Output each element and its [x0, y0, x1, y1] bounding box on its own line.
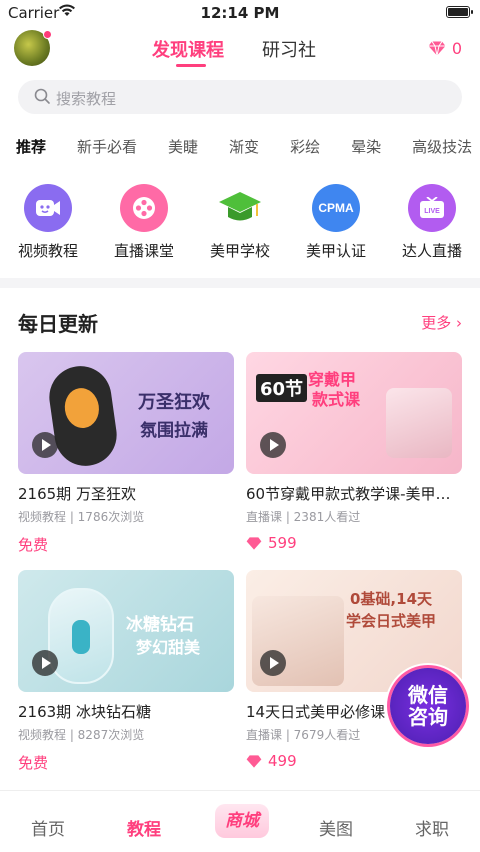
- course-price: 599: [246, 534, 462, 552]
- course-card[interactable]: 万圣狂欢 氛围拉满 2165期 万圣狂欢 视频教程 | 1786次浏览 免费: [18, 352, 234, 555]
- course-title: 60节穿戴甲款式教学课-美甲…: [246, 485, 451, 503]
- course-meta: 视频教程 | 1786次浏览: [18, 510, 145, 524]
- feature-label: 美甲学校: [209, 242, 270, 260]
- svg-text:LIVE: LIVE: [424, 208, 440, 215]
- play-icon[interactable]: [260, 432, 286, 458]
- search-bar[interactable]: 搜索教程: [18, 80, 462, 114]
- bottom-nav-divider: [0, 790, 480, 791]
- user-avatar[interactable]: [14, 30, 52, 66]
- category-blooming[interactable]: 晕染: [351, 136, 381, 157]
- thumb-caption: 款式课: [312, 390, 361, 409]
- more-link[interactable]: 更多 ›: [421, 312, 462, 333]
- nav-tutorials[interactable]: 教程: [104, 815, 184, 840]
- category-beginner[interactable]: 新手必看: [77, 136, 137, 157]
- feature-label: 直播课堂: [113, 242, 174, 260]
- price-value: 免费: [18, 754, 49, 772]
- category-advanced[interactable]: 高级技法: [412, 136, 472, 157]
- price-value: 免费: [18, 536, 49, 554]
- status-bar: Carrier 12:14 PM: [0, 0, 480, 26]
- course-meta: 视频教程 | 8287次浏览: [18, 728, 145, 742]
- feature-live-class[interactable]: 直播课堂: [98, 184, 190, 261]
- feature-expert-live[interactable]: LIVE 达人直播: [386, 184, 478, 261]
- course-price: 499: [246, 752, 462, 770]
- wechat-label-line1: 微信: [408, 683, 448, 707]
- course-thumbnail: 万圣狂欢 氛围拉满: [18, 352, 234, 474]
- price-value: 599: [268, 534, 297, 552]
- feature-label: 美甲认证: [305, 242, 366, 260]
- category-tabs: 推荐 新手必看 美睫 渐变 彩绘 晕染 高级技法: [16, 136, 480, 157]
- feature-label: 达人直播: [401, 242, 462, 260]
- chevron-right-icon: ›: [456, 314, 462, 332]
- feature-nail-school[interactable]: 美甲学校: [194, 184, 286, 261]
- price-value: 499: [268, 752, 297, 770]
- play-icon[interactable]: [32, 650, 58, 676]
- film-reel-icon: [120, 184, 168, 232]
- course-thumbnail: 冰糖钻石 梦幻甜美: [18, 570, 234, 692]
- battery-icon: [446, 6, 473, 18]
- play-icon[interactable]: [32, 432, 58, 458]
- active-tab-indicator: [176, 64, 206, 67]
- diamond-count: 0: [451, 39, 462, 58]
- thumb-caption: 梦幻甜美: [136, 638, 201, 657]
- course-card[interactable]: 冰糖钻石 梦幻甜美 2163期 冰块钻石糖 视频教程 | 8287次浏览 免费: [18, 570, 234, 773]
- thumb-caption: 万圣狂欢: [138, 392, 210, 413]
- nav-home[interactable]: 首页: [8, 815, 88, 840]
- nav-shop[interactable]: 商城: [215, 804, 269, 838]
- wechat-label-line2: 咨询: [408, 705, 448, 729]
- video-tutorial-icon: [24, 184, 72, 232]
- tab-discover-courses[interactable]: 发现课程: [152, 36, 224, 62]
- graduation-cap-icon: [216, 184, 264, 232]
- category-painting[interactable]: 彩绘: [290, 136, 320, 157]
- nav-gallery[interactable]: 美图: [296, 815, 376, 840]
- category-recommend[interactable]: 推荐: [16, 136, 46, 157]
- nail-image: [386, 388, 452, 458]
- diamond-balance[interactable]: 0: [428, 39, 462, 58]
- wechat-consult-button[interactable]: 微信 咨询: [390, 668, 466, 744]
- search-icon: [34, 88, 50, 104]
- nail-image: [48, 588, 114, 684]
- course-card[interactable]: 60节 穿戴甲 款式课 60节穿戴甲款式教学课-美甲… 直播课 | 2381人看…: [246, 352, 462, 552]
- thumb-caption: 冰糖钻石: [126, 615, 194, 635]
- play-icon[interactable]: [260, 650, 286, 676]
- notification-dot: [43, 30, 52, 39]
- cpma-badge-icon: CPMA: [312, 184, 360, 232]
- thumb-caption: 氛围拉满: [140, 421, 208, 441]
- tab-study-club[interactable]: 研习社: [262, 36, 316, 62]
- thumb-caption: 0基础,14天: [350, 590, 433, 608]
- diamond-icon: [246, 754, 262, 768]
- clock: 12:14 PM: [200, 4, 280, 22]
- section-title: 每日更新: [18, 312, 98, 336]
- nail-image: [45, 362, 121, 470]
- course-price: 免费: [18, 534, 234, 555]
- thumb-caption: 学会日式美甲: [346, 612, 437, 630]
- feature-video-tutorial[interactable]: 视频教程: [2, 184, 94, 261]
- category-lashes[interactable]: 美睫: [168, 136, 198, 157]
- course-price: 免费: [18, 752, 234, 773]
- course-meta: 直播课 | 2381人看过: [246, 510, 361, 524]
- thumb-caption: 60节: [256, 374, 308, 402]
- course-thumbnail: 60节 穿戴甲 款式课: [246, 352, 462, 474]
- diamond-icon: [246, 536, 262, 550]
- search-placeholder: 搜索教程: [56, 90, 117, 108]
- course-title: 2165期 万圣狂欢: [18, 485, 136, 503]
- nav-jobs[interactable]: 求职: [392, 815, 472, 840]
- feature-grid: 视频教程 直播课堂 美甲学校 CPMA 美甲认证 LIVE 达人直播: [0, 184, 480, 270]
- diamond-icon: [428, 41, 446, 56]
- live-tv-icon: LIVE: [408, 184, 456, 232]
- feature-certification[interactable]: CPMA 美甲认证: [290, 184, 382, 261]
- feature-label: 视频教程: [17, 242, 78, 260]
- course-title: 2163期 冰块钻石糖: [18, 703, 151, 721]
- section-divider: [0, 278, 480, 288]
- more-label: 更多: [421, 314, 452, 332]
- category-gradient[interactable]: 渐变: [229, 136, 259, 157]
